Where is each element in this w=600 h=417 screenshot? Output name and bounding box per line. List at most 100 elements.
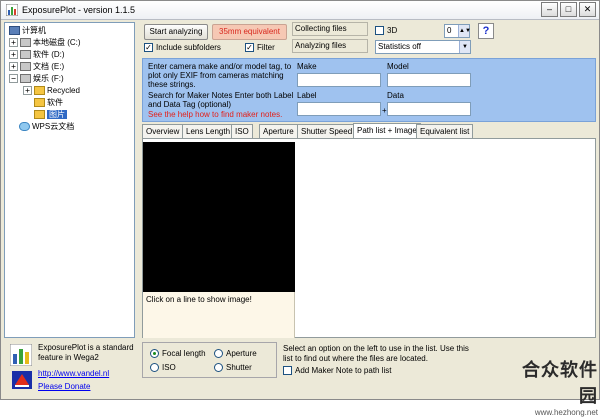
tree-item-drive-c[interactable]: + 本地磁盘 (C:) xyxy=(9,37,81,49)
3d-checkbox[interactable]: 3D xyxy=(375,26,397,36)
include-subfolders-label: Include subfolders xyxy=(156,43,221,52)
iso-label: ISO xyxy=(162,363,176,372)
checkbox-icon xyxy=(375,26,384,36)
tab-overview[interactable]: Overview xyxy=(142,124,184,138)
chevron-down-icon[interactable]: ▼ xyxy=(459,41,470,53)
filter-checkbox[interactable]: ✓ Filter xyxy=(245,43,275,53)
angle-spinner[interactable]: 0 ▲▼ xyxy=(444,24,471,38)
tree-item-drive-e[interactable]: + 文档 (E:) xyxy=(9,61,64,73)
checkbox-checked-icon: ✓ xyxy=(245,43,254,53)
close-button[interactable]: ✕ xyxy=(579,2,596,17)
app-icon xyxy=(6,4,18,16)
label-label: Label xyxy=(297,91,317,100)
statistics-dropdown[interactable]: Statistics off ▼ xyxy=(375,40,471,54)
tab-shutter-speed[interactable]: Shutter Speed xyxy=(297,124,357,138)
model-input[interactable] xyxy=(387,73,471,87)
list-option-group: Focal length Aperture ISO Shutter xyxy=(142,342,277,378)
folder-open-icon xyxy=(34,110,45,120)
tree-item-software[interactable]: 软件 xyxy=(34,97,63,109)
shutter-radio[interactable]: Shutter xyxy=(214,363,252,373)
aperture-radio[interactable]: Aperture xyxy=(214,349,257,359)
checkbox-checked-icon: ✓ xyxy=(144,43,153,53)
about-text: ExposurePlot is a standard feature in We… xyxy=(38,343,134,362)
tab-path-list-image[interactable]: Path list + Image xyxy=(353,123,421,139)
model-label: Model xyxy=(387,62,409,71)
include-subfolders-checkbox[interactable]: ✓ Include subfolders xyxy=(144,43,221,53)
focal-length-radio[interactable]: Focal length xyxy=(150,349,206,359)
folder-icon xyxy=(34,86,45,96)
tab-equivalent-list[interactable]: Equivalent list xyxy=(416,124,474,138)
plus-sign: + xyxy=(382,106,387,115)
watermark-url: www.hezhong.net xyxy=(534,408,598,417)
make-input[interactable] xyxy=(297,73,381,87)
expand-icon[interactable]: + xyxy=(23,86,32,96)
tree-item-label: WPS云文档 xyxy=(32,122,75,131)
tree-item-pictures[interactable]: 图片 xyxy=(34,109,67,121)
drive-icon xyxy=(20,62,31,72)
about-panel: ExposurePlot is a standard feature in We… xyxy=(4,339,135,397)
filter-instructions: Enter camera make and/or model tag, to p… xyxy=(148,62,292,89)
folder-icon xyxy=(34,98,45,108)
drive-icon xyxy=(20,50,31,60)
tab-iso[interactable]: ISO xyxy=(231,124,253,138)
vandel-logo-icon xyxy=(12,371,32,389)
tab-lens-length[interactable]: Lens Length xyxy=(182,124,235,138)
spinner-arrows-icon[interactable]: ▲▼ xyxy=(458,25,471,37)
expand-icon[interactable]: + xyxy=(9,50,18,60)
window-title: ExposurePlot - version 1.1.5 xyxy=(22,5,136,15)
radio-selected-icon xyxy=(150,349,159,359)
maker-note-checkbox[interactable]: Add Maker Note to path list xyxy=(283,366,392,376)
tree-item-label: Recycled xyxy=(47,86,80,95)
cloud-icon xyxy=(19,122,30,132)
iso-radio[interactable]: ISO xyxy=(150,363,176,373)
focal-length-label: Focal length xyxy=(162,349,206,358)
data-label: Data xyxy=(387,91,404,100)
collecting-files-status: Collecting files xyxy=(292,22,368,36)
tree-item-label: 图片 xyxy=(47,110,67,119)
tree-item-label: 文档 (E:) xyxy=(33,62,65,71)
folder-tree[interactable]: 计算机 + 本地磁盘 (C:) + 软件 (D:) + 文档 (E:) − 娱乐 (F:… xyxy=(4,22,135,338)
title-bar: ExposurePlot - version 1.1.5 – □ ✕ xyxy=(1,1,599,20)
website-link[interactable]: http://www.vandel.nl xyxy=(38,369,109,378)
radio-icon xyxy=(214,363,223,373)
label-input[interactable] xyxy=(297,102,381,116)
app-window: ExposurePlot - version 1.1.5 – □ ✕ 计算机 +… xyxy=(0,0,600,417)
35mm-equivalent-button[interactable]: 35mm equivalent xyxy=(212,24,287,40)
start-analyzing-button[interactable]: Start analyzing xyxy=(144,24,208,40)
watermark: 合众软件园 www.hezhong.net xyxy=(506,356,598,417)
expand-icon[interactable]: + xyxy=(9,62,18,72)
tree-item-wps-cloud[interactable]: WPS云文档 xyxy=(19,121,74,133)
tree-item-computer[interactable]: 计算机 xyxy=(9,25,46,37)
maker-notes-help-link[interactable]: See the help how to find maker notes. xyxy=(148,110,298,119)
expand-icon[interactable]: + xyxy=(9,38,18,48)
chart-logo-icon xyxy=(10,344,32,366)
donate-link[interactable]: Please Donate xyxy=(38,382,90,391)
collapse-icon[interactable]: − xyxy=(9,74,18,84)
statistics-value: Statistics off xyxy=(378,42,421,51)
tree-item-recycled[interactable]: + Recycled xyxy=(23,85,80,97)
analyzing-files-status: Analyzing files xyxy=(292,39,368,53)
spinner-value: 0 xyxy=(447,26,452,35)
maker-notes-instructions: Search for Maker Notes Enter both Label … xyxy=(148,91,294,109)
drive-icon xyxy=(20,38,31,48)
data-input[interactable] xyxy=(387,102,471,116)
help-button[interactable]: ? xyxy=(478,23,494,39)
tree-item-drive-d[interactable]: + 软件 (D:) xyxy=(9,49,65,61)
watermark-title: 合众软件园 xyxy=(522,360,598,406)
preview-caption: Click on a line to show image! xyxy=(143,292,295,338)
radio-icon xyxy=(150,363,159,373)
tree-item-label: 软件 (D:) xyxy=(33,50,65,59)
radio-icon xyxy=(214,349,223,359)
shutter-label: Shutter xyxy=(226,363,252,372)
minimize-button[interactable]: – xyxy=(541,2,558,17)
tab-aperture[interactable]: Aperture xyxy=(259,124,298,138)
maker-note-label: Add Maker Note to path list xyxy=(295,366,392,375)
make-label: Make xyxy=(297,62,317,71)
maximize-button[interactable]: □ xyxy=(560,2,577,17)
filter-label: Filter xyxy=(257,43,275,52)
computer-icon xyxy=(9,26,20,36)
image-preview xyxy=(143,142,295,292)
tree-item-label: 本地磁盘 (C:) xyxy=(33,38,81,47)
tree-item-label: 娱乐 (F:) xyxy=(33,74,64,83)
tree-item-drive-f[interactable]: − 娱乐 (F:) xyxy=(9,73,64,85)
